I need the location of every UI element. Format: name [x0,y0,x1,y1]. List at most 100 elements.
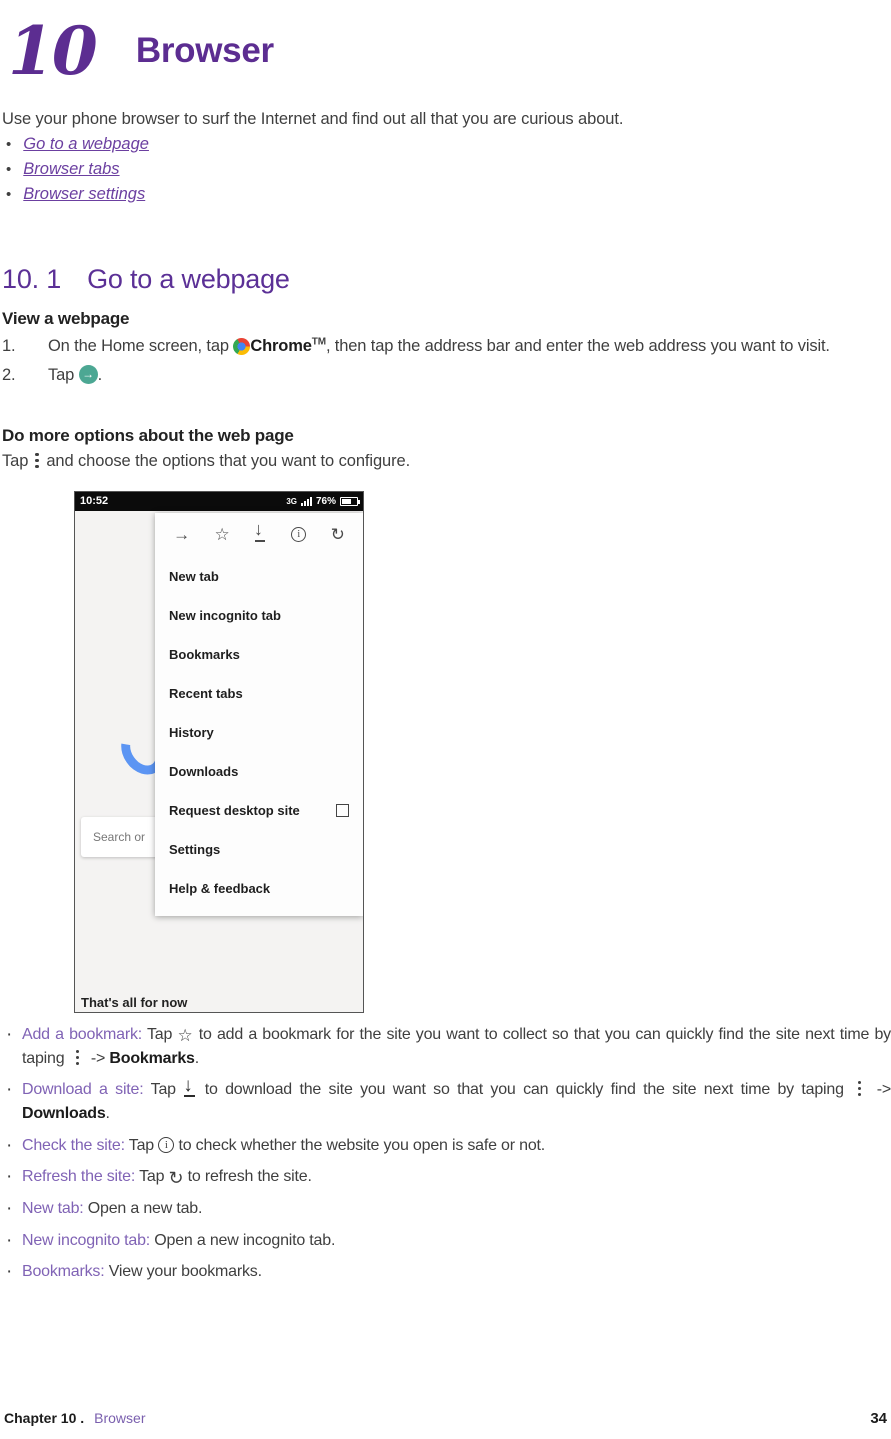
feature-lead: Add a bookmark: [22,1025,142,1043]
phone-screenshot: 10:52 3G 76% Search or That's all for no… [74,490,364,1013]
feature-text-4: . [194,1049,200,1067]
phone-status-bar: 10:52 3G 76% [75,491,363,511]
menu-item-label: Help & feedback [169,880,271,896]
status-right-group: 3G 76% [286,495,360,507]
menu-item-downloads[interactable]: Downloads [155,752,363,791]
toc-link-browser-tabs[interactable]: Browser tabs [23,160,119,179]
refresh-icon[interactable]: ↻ [331,526,345,543]
section-heading: 10. 1 Go to a webpage [2,264,891,295]
toc-link-browser-settings[interactable]: Browser settings [23,185,145,204]
feature-new-tab: New tab: Open a new tab. [0,1195,891,1223]
step-number: 2. [2,365,16,384]
download-icon[interactable] [254,522,267,543]
menu-item-label: Bookmarks [169,646,240,662]
menu-item-label: New incognito tab [169,607,281,623]
feature-text-1: Tap [142,1025,178,1043]
overflow-menu-icon [858,1080,862,1097]
refresh-icon: ↻ [168,1168,184,1189]
footer-chapter-label: Chapter 10 . [4,1410,85,1426]
more-options-paragraph: Tap and choose the options that you want … [2,452,891,471]
step-text-pre: Tap [48,365,79,384]
subheading-do-more-options: Do more options about the web page [2,425,294,445]
feature-check-the-site: Check the site: Tap to check whether the… [0,1132,891,1160]
feature-bold: Downloads [22,1104,106,1122]
menu-item-settings[interactable]: Settings [155,830,363,869]
footer-crumb: Browser [94,1410,146,1426]
feature-refresh-the-site: Refresh the site: Tap ↻ to refresh the s… [0,1163,891,1191]
feature-text-1: Tap [124,1136,159,1154]
list-item: • Go to a webpage [6,135,891,154]
menu-item-new-incognito-tab[interactable]: New incognito tab [155,596,363,635]
menu-toolbar-icons: → ☆ ↻ [155,513,363,557]
feature-lead: New incognito tab: [22,1231,151,1249]
menu-item-new-tab[interactable]: New tab [155,557,363,596]
chrome-icon [233,338,251,355]
feature-lead: Bookmarks: [22,1263,105,1281]
menu-item-label: Request desktop site [169,802,300,818]
feature-text-1: Open a new tab. [83,1199,203,1217]
battery-percent-label: 76% [315,495,336,507]
download-icon [183,1079,197,1098]
list-item: • Browser settings [6,185,891,204]
footer-page-number: 34 [870,1410,887,1427]
page-tagline: That's all for now [81,994,188,1010]
feature-add-a-bookmark: Add a bookmark: Tap ☆ to add a bookmark … [0,1021,891,1070]
network-type-icon: 3G [286,496,297,506]
feature-text-2: to check whether the website you open is… [174,1136,546,1154]
step-item-2: 2. Tap . [0,364,891,388]
feature-text-4: . [105,1104,110,1122]
menu-item-label: Downloads [169,763,239,779]
chrome-overflow-menu: → ☆ ↻ New tab New incognito tab Bookmark… [155,512,363,916]
feature-bullet-list: Add a bookmark: Tap ☆ to add a bookmark … [0,1021,891,1286]
menu-item-bookmarks[interactable]: Bookmarks [155,635,363,674]
menu-item-label: Settings [169,841,221,857]
feature-text-1: Open a new incognito tab. [150,1231,336,1249]
step-text-post: , then tap the address bar and enter the… [325,337,830,355]
feature-download-a-site: Download a site: Tap to download the sit… [0,1076,891,1125]
menu-item-help-and-feedback[interactable]: Help & feedback [155,869,363,908]
feature-text-1: Tap [143,1081,184,1099]
bullet-glyph: • [6,136,12,153]
step-item-1: 1. On the Home screen, tap ChromeTM, then… [0,335,891,359]
bullet-glyph: • [6,161,12,178]
feature-text-1: View your bookmarks. [104,1263,262,1281]
toc-link-go-to-a-webpage[interactable]: Go to a webpage [23,135,149,154]
request-desktop-site-checkbox[interactable] [336,803,349,817]
feature-lead: New tab: [22,1199,84,1217]
step-text-post: . [97,365,103,384]
steps-list: 1. On the Home screen, tap ChromeTM, then… [0,335,891,388]
status-time: 10:52 [80,495,109,508]
trademark-mark: TM [311,336,326,348]
menu-item-recent-tabs[interactable]: Recent tabs [155,674,363,713]
menu-item-history[interactable]: History [155,713,363,752]
battery-icon [340,496,360,506]
footer-breadcrumb: Chapter 10 . Browser [4,1410,146,1426]
more-options-post: and choose the options that you want to … [46,451,411,470]
step-bold-chrome: Chrome [250,337,312,355]
menu-item-request-desktop-site[interactable]: Request desktop site [155,791,363,830]
menu-item-label: History [169,724,214,740]
step-number: 1. [2,337,16,355]
screenshot-figure: 10:52 3G 76% Search or That's all for no… [0,490,891,1013]
forward-arrow-icon[interactable]: → [173,526,190,543]
menu-item-label: Recent tabs [169,685,243,701]
star-icon: ☆ [177,1025,194,1045]
overflow-menu-icon [75,1049,80,1066]
chapter-header: 10 Browser [0,0,891,92]
step-text-pre: On the Home screen, tap [48,337,234,355]
more-options-pre: Tap [2,451,29,470]
feature-lead: Check the site: [22,1136,125,1154]
list-item: • Browser tabs [6,160,891,179]
feature-text-2: to refresh the site. [183,1168,312,1186]
star-icon[interactable]: ☆ [214,526,229,543]
feature-new-incognito-tab: New incognito tab: Open a new incognito … [0,1227,891,1255]
info-icon[interactable] [291,527,307,543]
feature-lead: Refresh the site: [22,1168,136,1186]
feature-lead: Download a site: [22,1081,144,1099]
feature-bold: Bookmarks [109,1049,195,1067]
section-number: 10. 1 [2,264,62,294]
overflow-menu-icon [35,452,39,469]
section-title: Go to a webpage [87,264,290,294]
feature-text-2: to download the site you want so that yo… [197,1081,852,1099]
feature-text-1: Tap [135,1168,169,1186]
